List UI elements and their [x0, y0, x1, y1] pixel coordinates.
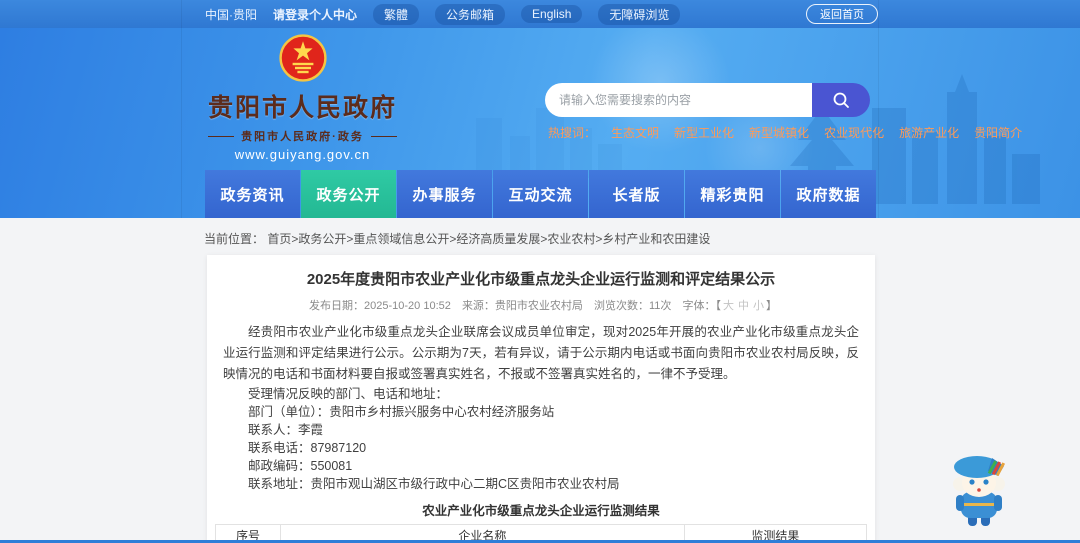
hot-search-row: 热搜词： 生态文明 新型工业化 新型城镇化 农业现代化 旅游产业化 贵阳简介 — [548, 124, 1022, 141]
national-emblem-icon — [278, 34, 327, 82]
english-link[interactable]: English — [521, 5, 583, 23]
search-input[interactable] — [545, 83, 812, 117]
site-tagline-row: 贵阳市人民政府·政务 — [205, 128, 400, 144]
article-card: 2025年度贵阳市农业产业化市级重点龙头企业运行监测和评定结果公示 发布日期：2… — [207, 255, 875, 543]
contact-intro-line: 受理情况反映的部门、电话和地址： — [248, 387, 449, 401]
font-bracket-open: 【 — [715, 300, 721, 312]
accessibility-link[interactable]: 无障碍浏览 — [598, 3, 681, 25]
hot-search-link-5[interactable]: 旅游产业化 — [899, 124, 959, 141]
nav-item-gov-disclosure[interactable]: 政务公开 — [301, 170, 396, 218]
contact-address-line: 联系地址：贵阳市观山湖区市级行政中心二期C区贵阳市农业农村局 — [248, 477, 620, 491]
hot-search-link-3[interactable]: 新型城镇化 — [749, 124, 809, 141]
hot-search-link-2[interactable]: 新型工业化 — [674, 124, 734, 141]
article-title: 2025年度贵阳市农业产业化市级重点龙头企业运行监测和评定结果公示 — [306, 271, 776, 288]
monitor-table-caption: 农业产业化市级重点龙头企业运行监测结果 — [422, 504, 660, 518]
hot-search-link-1[interactable]: 生态文明 — [611, 124, 659, 141]
font-size-small-button[interactable]: 小 — [753, 300, 764, 312]
back-home-button[interactable]: 返回首页 — [806, 4, 878, 24]
hot-search-link-4[interactable]: 农业现代化 — [824, 124, 884, 141]
traditional-chinese-link[interactable]: 繁體 — [373, 3, 420, 25]
tagline-left-rule — [208, 135, 235, 137]
breadcrumb-path[interactable]: 首页>政务公开>重点领域信息公开>经济高质量发展>农业农村>乡村产业和农田建设 — [267, 232, 710, 246]
nav-item-gov-data[interactable]: 政府数据 — [781, 170, 876, 218]
official-mail-link[interactable]: 公务邮箱 — [435, 3, 506, 25]
region-link[interactable]: 中国·贵阳 — [205, 6, 257, 23]
page-column-right-edge — [878, 0, 879, 218]
search-icon — [833, 92, 849, 108]
publish-date: 发布日期：2025-10-20 10:52 — [309, 300, 451, 312]
contact-phone-line: 联系电话：87987120 — [248, 441, 367, 455]
search-button[interactable] — [812, 83, 870, 117]
assistant-mascot-icon[interactable] — [948, 450, 1010, 530]
nav-item-interaction[interactable]: 互动交流 — [493, 170, 588, 218]
font-bracket-close: 】 — [765, 300, 777, 312]
nav-item-services[interactable]: 办事服务 — [397, 170, 492, 218]
hot-search-link-6[interactable]: 贵阳简介 — [974, 124, 1022, 141]
article-paragraph: 经贵阳市农业产业化市级重点龙头企业联席会议成员单位审定，现对2025年开展的农业… — [223, 325, 859, 381]
site-logo-block[interactable]: 贵阳市人民政府 贵阳市人民政府·政务 www.guiyang.gov.cn — [205, 34, 400, 162]
font-size-label: 字体： — [682, 300, 716, 312]
nav-item-highlights[interactable]: 精彩贵阳 — [685, 170, 780, 218]
contact-postcode-line: 邮政编码：550081 — [248, 459, 353, 473]
article-body: 经贵阳市农业产业化市级重点龙头企业联席会议成员单位审定，现对2025年开展的农业… — [223, 322, 859, 493]
topbar-links: 中国·贵阳 请登录个人中心 繁體 公务邮箱 English 无障碍浏览 — [205, 0, 681, 28]
site-url: www.guiyang.gov.cn — [234, 147, 371, 162]
font-size-large-button[interactable]: 大 — [723, 300, 734, 312]
contact-person-line: 联系人：李霞 — [248, 423, 324, 437]
site-tagline: 贵阳市人民政府·政务 — [241, 131, 364, 143]
top-utility-bar: 中国·贵阳 请登录个人中心 繁體 公务邮箱 English 无障碍浏览 返回首页 — [0, 0, 1080, 28]
contact-department-line: 部门（单位）：贵阳市乡村振兴服务中心农村经济服务站 — [248, 405, 555, 419]
page-column-left-edge — [181, 0, 182, 218]
article-source: 来源：贵阳市农业农村局 — [461, 300, 583, 312]
view-count: 浏览次数：11次 — [594, 300, 672, 312]
font-size-medium-button[interactable]: 中 — [738, 300, 749, 312]
hot-search-label: 热搜词： — [548, 126, 597, 140]
nav-item-news[interactable]: 政务资讯 — [205, 170, 300, 218]
nav-item-senior-version[interactable]: 长者版 — [589, 170, 684, 218]
breadcrumb: 当前位置： 首页>政务公开>重点领域信息公开>经济高质量发展>农业农村>乡村产业… — [204, 230, 710, 247]
tagline-right-rule — [370, 135, 397, 137]
main-navigation: 政务资讯 政务公开 办事服务 互动交流 长者版 精彩贵阳 政府数据 — [205, 170, 876, 218]
breadcrumb-label: 当前位置： — [204, 232, 265, 246]
article-meta: 发布日期：2025-10-20 10:52 来源：贵阳市农业农村局 浏览次数：1… — [207, 297, 875, 313]
login-link[interactable]: 请登录个人中心 — [273, 6, 357, 23]
site-name: 贵阳市人民政府 — [207, 94, 397, 122]
